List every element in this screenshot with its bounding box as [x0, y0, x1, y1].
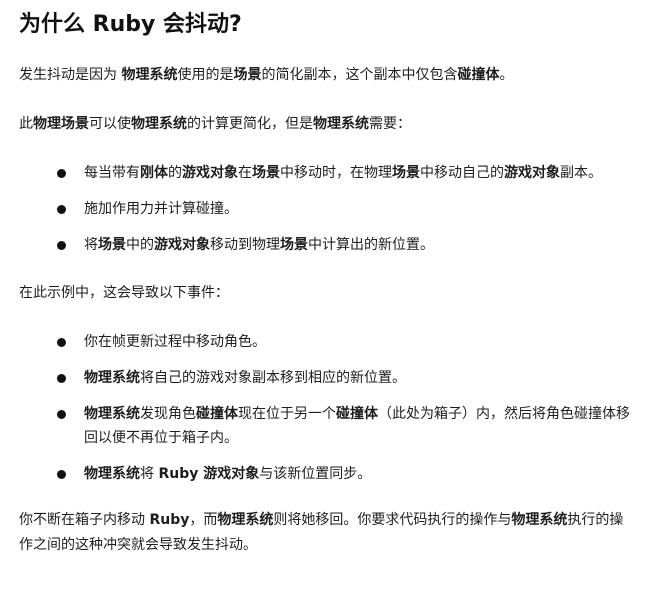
- bold-term: 游戏对象: [154, 237, 210, 253]
- bold-term: 游戏对象: [182, 165, 238, 181]
- text-run: 你不断在箱子内移动: [19, 512, 150, 528]
- bold-term: 物理系统: [84, 466, 140, 482]
- text-run: ，而: [189, 512, 218, 528]
- text-run: 可以使: [89, 116, 131, 132]
- text-run: 将: [84, 237, 98, 253]
- text-run: 中计算出的新位置。: [308, 237, 434, 253]
- bold-term: 场景: [252, 165, 280, 181]
- list-item: 将场景中的游戏对象移动到物理场景中计算出的新位置。: [19, 233, 633, 257]
- list-item-text: 施加作用力并计算碰撞。: [84, 201, 238, 217]
- list-item-text: 物理系统将 Ruby 游戏对象与该新位置同步。: [84, 466, 371, 482]
- text-run: 施加作用力并计算碰撞。: [84, 201, 238, 217]
- list-item: 物理系统发现角色碰撞体现在位于另一个碰撞体（此处为箱子）内，然后将角色碰撞体移回…: [19, 402, 633, 450]
- list-item: 你在帧更新过程中移动角色。: [19, 330, 633, 354]
- article: 为什么 Ruby 会抖动? 发生抖动是因为 物理系统使用的是场景的简化副本，这个…: [19, 10, 633, 558]
- list-item: 物理系统将 Ruby 游戏对象与该新位置同步。: [19, 462, 633, 486]
- list-item: 每当带有刚体的游戏对象在场景中移动时，在物理场景中移动自己的游戏对象副本。: [19, 161, 633, 185]
- bold-term: 碰撞体: [196, 406, 238, 422]
- text-run: 的计算更简化，但是: [187, 116, 313, 132]
- text-run: 则将她移回。你要求代码执行的操作与: [273, 512, 512, 528]
- bold-term: 场景: [98, 237, 126, 253]
- text-run: 副本。: [560, 165, 602, 181]
- bold-term: 物理系统: [84, 370, 140, 386]
- text-run: 的: [168, 165, 182, 181]
- text-run: 每当带有: [84, 165, 140, 181]
- bold-term: 碰撞体: [457, 67, 500, 83]
- bold-term: Ruby 游戏对象: [158, 466, 260, 482]
- text-run: 你在帧更新过程中移动角色。: [84, 334, 266, 350]
- needs-list: 每当带有刚体的游戏对象在场景中移动时，在物理场景中移动自己的游戏对象副本。 施加作…: [19, 161, 633, 257]
- text-run: 现在位于另一个: [238, 406, 336, 422]
- bold-term: 物理系统: [131, 116, 187, 132]
- text-run: 中的: [126, 237, 154, 253]
- list-item-text: 物理系统发现角色碰撞体现在位于另一个碰撞体（此处为箱子）内，然后将角色碰撞体移回…: [84, 406, 630, 446]
- text-run: 移动到物理: [210, 237, 280, 253]
- conclusion-paragraph: 你不断在箱子内移动 Ruby，而物理系统则将她移回。你要求代码执行的操作与物理系…: [19, 508, 633, 558]
- bold-term: 场景: [392, 165, 420, 181]
- text-run: 此: [19, 116, 33, 132]
- bold-term: 游戏对象: [504, 165, 560, 181]
- list-item-text: 你在帧更新过程中移动角色。: [84, 334, 266, 350]
- text-run: 使用的是: [177, 67, 234, 83]
- text-run: 发现角色: [140, 406, 196, 422]
- text-run: 需要：: [369, 116, 411, 132]
- bullet-icon: [57, 338, 66, 347]
- list-item-text: 每当带有刚体的游戏对象在场景中移动时，在物理场景中移动自己的游戏对象副本。: [84, 165, 602, 181]
- list-item-text: 物理系统将自己的游戏对象副本移到相应的新位置。: [84, 370, 406, 386]
- text-run: 中移动时，在物理: [280, 165, 392, 181]
- text-run: 在此示例中，这会导致以下事件：: [19, 285, 229, 301]
- bold-term: 物理系统: [511, 512, 568, 528]
- bullet-icon: [57, 241, 66, 250]
- bold-term: 物理系统: [313, 116, 369, 132]
- example-paragraph: 在此示例中，这会导致以下事件：: [19, 281, 633, 306]
- text-run: 中移动自己的: [420, 165, 504, 181]
- list-item: 物理系统将自己的游戏对象副本移到相应的新位置。: [19, 366, 633, 390]
- text-run: 的简化副本，这个副本中仅包含: [261, 67, 458, 83]
- bold-term: 场景: [280, 237, 308, 253]
- bold-term: 场景: [233, 67, 262, 83]
- bold-term: 物理系统: [121, 67, 178, 83]
- bold-term: 物理系统: [217, 512, 274, 528]
- bullet-icon: [57, 205, 66, 214]
- bold-term: 物理场景: [33, 116, 89, 132]
- intro-paragraph: 发生抖动是因为 物理系统使用的是场景的简化副本，这个副本中仅包含碰撞体。: [19, 63, 633, 88]
- page-title: 为什么 Ruby 会抖动?: [19, 12, 242, 37]
- text-run: 将: [140, 466, 159, 482]
- text-run: 与该新位置同步。: [259, 466, 372, 482]
- bold-term: 物理系统: [84, 406, 140, 422]
- bold-term: Ruby: [149, 512, 190, 528]
- bold-term: 刚体: [140, 165, 168, 181]
- list-item: 施加作用力并计算碰撞。: [19, 197, 633, 221]
- list-item-text: 将场景中的游戏对象移动到物理场景中计算出的新位置。: [84, 237, 434, 253]
- text-run: 。: [499, 67, 514, 83]
- bullet-icon: [57, 169, 66, 178]
- text-run: 在: [238, 165, 252, 181]
- bold-term: 碰撞体: [336, 406, 378, 422]
- bullet-icon: [57, 374, 66, 383]
- bullet-icon: [57, 410, 66, 419]
- text-run: 发生抖动是因为: [19, 67, 122, 83]
- events-list: 你在帧更新过程中移动角色。 物理系统将自己的游戏对象副本移到相应的新位置。 物理系统…: [19, 330, 633, 486]
- text-run: 将自己的游戏对象副本移到相应的新位置。: [140, 370, 406, 386]
- needs-paragraph: 此物理场景可以使物理系统的计算更简化，但是物理系统需要：: [19, 112, 633, 137]
- bullet-icon: [57, 470, 66, 479]
